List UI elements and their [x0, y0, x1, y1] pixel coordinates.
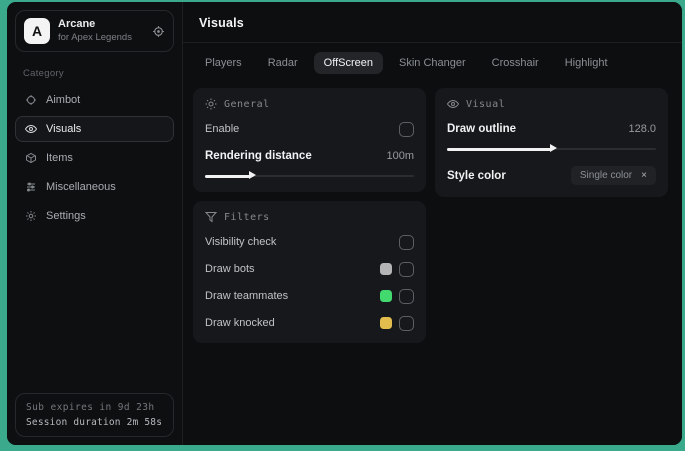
panel-title: General — [224, 98, 270, 110]
style-color-select[interactable]: Single color × — [570, 166, 656, 185]
draw-knocked-color-swatch[interactable] — [380, 317, 392, 329]
style-color-label: Style color — [447, 169, 506, 182]
rendering-distance-value: 100m — [386, 150, 414, 162]
draw-outline-value: 128.0 — [628, 123, 656, 135]
tab-players[interactable]: Players — [195, 52, 252, 74]
style-color-row: Style color Single color × — [447, 166, 656, 185]
draw-bots-label: Draw bots — [205, 263, 255, 275]
tab-bar: Players Radar OffScreen Skin Changer Cro… — [183, 43, 682, 78]
panel-filters: Filters Visibility check Draw bots Draw … — [193, 201, 426, 343]
app-logo: A — [24, 18, 50, 44]
draw-outline-slider[interactable] — [447, 144, 656, 153]
eye-icon — [447, 98, 459, 110]
panel-general: General Enable Rendering distance 100m — [193, 88, 426, 192]
sidebar-nav: Aimbot Visuals Items Miscellaneous Setti… — [15, 87, 174, 229]
rendering-distance-label: Rendering distance — [205, 150, 312, 162]
style-color-selected-value: Single color — [579, 170, 633, 181]
draw-bots-row: Draw bots — [205, 261, 414, 277]
rendering-distance-slider[interactable] — [205, 171, 414, 180]
app-window: A Arcane for Apex Legends Category Aimbo… — [7, 2, 682, 445]
tab-skin-changer[interactable]: Skin Changer — [389, 52, 476, 74]
sidebar-item-label: Miscellaneous — [46, 181, 116, 193]
sidebar-item-visuals[interactable]: Visuals — [15, 116, 174, 142]
slider-handle[interactable] — [549, 144, 557, 152]
crosshair-target-icon[interactable] — [152, 25, 165, 38]
main-content: Visuals Players Radar OffScreen Skin Cha… — [183, 2, 682, 445]
draw-teammates-checkbox[interactable] — [399, 288, 414, 304]
funnel-icon — [205, 211, 217, 223]
sliders-icon — [25, 181, 37, 193]
slider-handle[interactable] — [248, 171, 256, 179]
draw-knocked-row: Draw knocked — [205, 315, 414, 331]
tab-offscreen[interactable]: OffScreen — [313, 52, 383, 74]
panels-grid: General Enable Rendering distance 100m F… — [183, 78, 682, 353]
sidebar-item-aimbot[interactable]: Aimbot — [15, 87, 174, 113]
app-title: Arcane — [58, 18, 96, 31]
sidebar-item-miscellaneous[interactable]: Miscellaneous — [15, 174, 174, 200]
sidebar-item-label: Visuals — [46, 123, 82, 135]
draw-outline-label: Draw outline — [447, 123, 517, 135]
sun-icon — [205, 98, 217, 110]
panel-title: Filters — [224, 211, 270, 223]
brand-card: A Arcane for Apex Legends — [15, 10, 174, 52]
page-header: Visuals — [183, 2, 682, 43]
panel-visual: Visual Draw outline 128.0 Style color Si… — [435, 88, 668, 197]
draw-teammates-label: Draw teammates — [205, 290, 289, 302]
tab-highlight[interactable]: Highlight — [555, 52, 618, 74]
page-title: Visuals — [199, 16, 244, 30]
category-label: Category — [23, 68, 64, 79]
draw-teammates-color-swatch[interactable] — [380, 290, 392, 302]
sidebar-item-settings[interactable]: Settings — [15, 203, 174, 229]
draw-bots-color-swatch[interactable] — [380, 263, 392, 275]
draw-knocked-label: Draw knocked — [205, 317, 275, 329]
draw-bots-checkbox[interactable] — [399, 261, 414, 277]
subscription-card: Sub expires in 9d 23h Session duration 2… — [15, 393, 174, 437]
gear-icon — [25, 210, 37, 222]
draw-knocked-checkbox[interactable] — [399, 315, 414, 331]
tab-radar[interactable]: Radar — [258, 52, 308, 74]
app-subtitle: for Apex Legends — [58, 31, 132, 43]
sidebar-item-label: Aimbot — [46, 94, 81, 106]
visibility-check-row: Visibility check — [205, 234, 414, 250]
cube-icon — [25, 152, 37, 164]
rendering-distance-row: Rendering distance 100m — [205, 148, 414, 164]
sidebar-item-items[interactable]: Items — [15, 145, 174, 171]
enable-row: Enable — [205, 121, 414, 137]
tab-crosshair[interactable]: Crosshair — [482, 52, 549, 74]
crosshair-icon — [25, 94, 37, 106]
draw-outline-row: Draw outline 128.0 — [447, 121, 656, 137]
session-duration-text: Session duration 2m 58s — [26, 417, 163, 428]
sidebar: A Arcane for Apex Legends Category Aimbo… — [7, 2, 183, 445]
visibility-check-label: Visibility check — [205, 236, 277, 248]
eye-icon — [25, 123, 37, 135]
draw-teammates-row: Draw teammates — [205, 288, 414, 304]
enable-checkbox[interactable] — [399, 121, 414, 137]
sub-expiry-text: Sub expires in 9d 23h — [26, 402, 155, 413]
panel-title: Visual — [466, 98, 506, 110]
clear-selection-icon[interactable]: × — [641, 170, 647, 181]
enable-label: Enable — [205, 123, 240, 135]
sidebar-item-label: Settings — [46, 210, 86, 222]
visibility-check-checkbox[interactable] — [399, 234, 414, 250]
sidebar-item-label: Items — [46, 152, 73, 164]
